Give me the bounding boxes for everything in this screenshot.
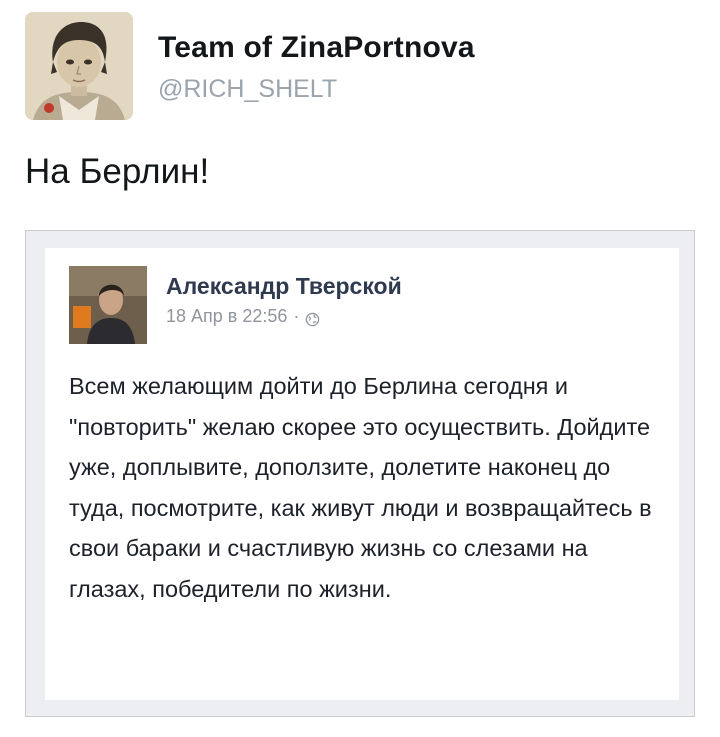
display-name[interactable]: Team of ZinaPortnova xyxy=(158,30,475,66)
fb-author-name[interactable]: Александр Тверской xyxy=(166,272,402,300)
user-handle[interactable]: @RICH_SHELT xyxy=(158,72,475,106)
fb-avatar-photo xyxy=(69,266,147,344)
facebook-post-card: Александр Тверской 18 Апр в 22:56 · Всем… xyxy=(45,248,679,700)
meta-separator: · xyxy=(293,306,300,326)
fb-post-text: Всем желающим дойти до Берлина сегодня и… xyxy=(69,373,652,602)
profile-avatar[interactable] xyxy=(25,12,133,120)
fb-post-date[interactable]: 18 Апр в 22:56 xyxy=(166,304,287,328)
tweet-header: Team of ZinaPortnova @RICH_SHELT xyxy=(25,12,475,120)
fb-post-meta: 18 Апр в 22:56 · xyxy=(166,304,402,328)
fb-author-avatar xyxy=(69,266,147,344)
tweet-author-names: Team of ZinaPortnova @RICH_SHELT xyxy=(158,30,475,106)
globe-icon xyxy=(305,309,320,326)
embedded-screenshot[interactable]: Александр Тверской 18 Апр в 22:56 · Всем… xyxy=(25,230,695,717)
tweet-text: На Берлин! xyxy=(25,152,210,191)
fb-author-block: Александр Тверской 18 Апр в 22:56 · xyxy=(166,272,402,328)
avatar-portrait-image xyxy=(25,12,133,120)
fb-post-header: Александр Тверской 18 Апр в 22:56 · xyxy=(69,266,402,344)
